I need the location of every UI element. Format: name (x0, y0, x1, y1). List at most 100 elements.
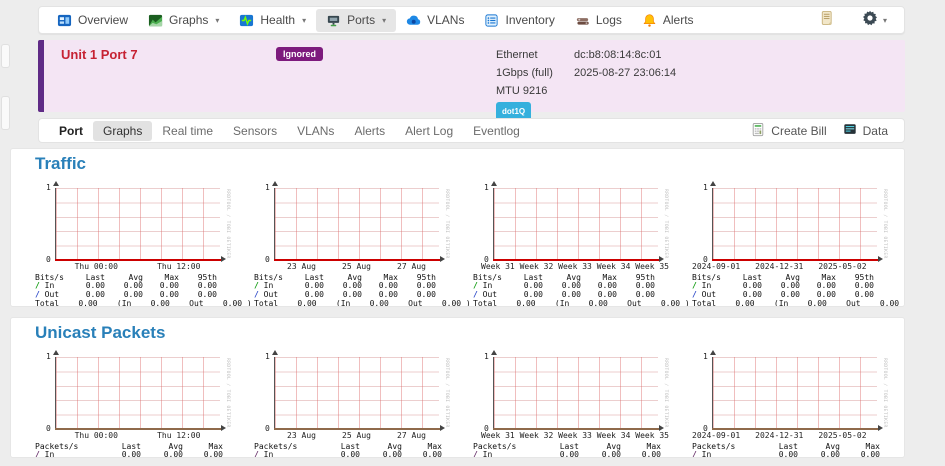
graph-legend: Packets/sLastAvgMax/ In0.000.000.00/ Out… (35, 443, 247, 458)
nav-item-inventory[interactable]: Inventory (474, 9, 564, 32)
series-color-swatch: / (692, 290, 697, 299)
nav-item-ports[interactable]: Ports▾ (316, 9, 396, 32)
y-tick-max: 1 (703, 184, 708, 192)
series-color-swatch: / (35, 290, 40, 299)
rrdtool-watermark: RRDTOOL / TOBI OETIKER (444, 189, 449, 261)
zero-value-line (493, 428, 659, 430)
graph-legend: Bits/sLastAvgMax95th/ In0.000.000.000.00… (692, 274, 904, 307)
series-color-swatch: / (35, 450, 40, 458)
tab-sensors[interactable]: Sensors (223, 121, 287, 141)
nav-item-vlans[interactable]: VLANs (396, 9, 474, 32)
tab-vlans[interactable]: VLANs (287, 121, 344, 141)
traffic-section: Traffic 10RRDTOOL / TOBI OETIKERThu 00:0… (10, 148, 905, 307)
x-axis-label: 27 Aug (397, 262, 426, 271)
rrd-plot: 10RRDTOOL / TOBI OETIKER (712, 188, 877, 260)
y-tick-min: 0 (46, 256, 51, 264)
nav-item-label: Inventory (505, 13, 554, 27)
traffic-graph[interactable]: 10RRDTOOL / TOBI OETIKER23 Aug25 Aug27 A… (254, 176, 466, 307)
chevron-down-icon: ▾ (215, 16, 219, 25)
rrd-plot: 10RRDTOOL / TOBI OETIKER (493, 188, 658, 260)
legend-value: 0.00 (141, 451, 183, 458)
legend-value: 0.00 (360, 451, 402, 458)
legend-value: 0.00 (581, 291, 617, 299)
rrdtool-watermark: RRDTOOL / TOBI OETIKER (663, 189, 668, 261)
x-axis-label: 23 Aug (287, 262, 316, 271)
graph-legend: Packets/sLastAvgMax/ In0.000.000.00/ Out… (692, 443, 904, 458)
tab-port[interactable]: Port (49, 121, 93, 141)
create-bill-icon (751, 122, 765, 140)
x-axis-label: Thu 12:00 (157, 431, 200, 440)
legend-value: 0.00 (840, 451, 880, 458)
left-edge-panel-top (1, 44, 10, 68)
nav-item-overview[interactable]: Overview (47, 9, 138, 32)
x-axis-labels: Thu 00:00Thu 12:00 (55, 431, 220, 440)
legend-table: Packets/sLastAvgMax/ In0.000.000.00/ Out… (254, 443, 442, 458)
nav-item-logs[interactable]: Logs (565, 9, 632, 32)
graph-legend: Packets/sLastAvgMax/ In0.000.000.00/ Out… (254, 443, 466, 458)
section-title-unicast: Unicast Packets (35, 323, 904, 343)
series-color-swatch: / (254, 450, 259, 458)
x-axis-label: Week 35 (635, 262, 669, 271)
legend-table: Packets/sLastAvgMax/ In0.000.000.00/ Out… (35, 443, 223, 458)
legend-value: 0.00 (621, 451, 661, 458)
port-title: Unit 1 Port 7 (61, 47, 138, 62)
traffic-graph[interactable]: 10RRDTOOL / TOBI OETIKER2024-09-012024-1… (692, 176, 904, 307)
data-button[interactable]: Data (843, 122, 888, 139)
x-axis-label: 23 Aug (287, 431, 316, 440)
legend-series-name: / In (473, 451, 521, 458)
inventory-icon (484, 13, 499, 28)
plot-grid (493, 357, 658, 429)
legend-value: 0.00 (183, 451, 223, 458)
tab-alerts[interactable]: Alerts (344, 121, 395, 141)
nav-item-label: Overview (78, 13, 128, 27)
y-tick-max: 1 (46, 184, 51, 192)
nav-item-label: Logs (596, 13, 622, 27)
legend-value: 0.00 (69, 291, 105, 299)
traffic-graph[interactable]: 10RRDTOOL / TOBI OETIKERWeek 31Week 32We… (473, 176, 685, 307)
tab-graphs[interactable]: Graphs (93, 121, 152, 141)
traffic-graph[interactable]: 10RRDTOOL / TOBI OETIKERThu 00:00Thu 12:… (35, 176, 247, 307)
y-tick-min: 0 (484, 425, 489, 433)
port-last-polled: 2025-08-27 23:06:14 (574, 64, 676, 82)
y-tick-max: 1 (265, 184, 270, 192)
y-tick-min: 0 (265, 256, 270, 264)
series-color-swatch: / (473, 450, 478, 458)
nav-item-health[interactable]: Health▾ (229, 9, 316, 32)
graph-legend: Packets/sLastAvgMax/ In0.000.000.00/ Out… (473, 443, 685, 458)
rrd-plot: 10RRDTOOL / TOBI OETIKER (55, 357, 220, 429)
tab-real-time[interactable]: Real time (152, 121, 223, 141)
unicast-packets-graph[interactable]: 10RRDTOOL / TOBI OETIKERWeek 31Week 32We… (473, 345, 685, 458)
nav-item-label: Ports (347, 13, 375, 27)
create-bill-button[interactable]: Create Bill (751, 122, 826, 140)
legend-total-line: Total 0.00 (In 0.00 Out 0.00 ) (473, 300, 685, 307)
graph-legend: Bits/sLastAvgMax95th/ In0.000.000.000.00… (254, 274, 466, 307)
legend-value: 0.00 (362, 291, 398, 299)
tab-alert-log[interactable]: Alert Log (395, 121, 463, 141)
unicast-packets-graph[interactable]: 10RRDTOOL / TOBI OETIKER2024-09-012024-1… (692, 345, 904, 458)
y-tick-min: 0 (484, 256, 489, 264)
gear-icon (862, 10, 878, 31)
x-axis-label: Week 34 (597, 431, 631, 440)
x-axis-label: 2024-12-31 (755, 431, 803, 440)
x-axis-label: 2024-09-01 (692, 262, 740, 271)
series-color-swatch: / (692, 450, 697, 458)
gear-button[interactable]: ▾ (853, 7, 896, 34)
unicast-packets-graph[interactable]: 10RRDTOOL / TOBI OETIKER23 Aug25 Aug27 A… (254, 345, 466, 458)
series-color-swatch: / (473, 290, 478, 299)
notes-button[interactable] (810, 7, 843, 34)
tab-actions: Create Bill Data (751, 122, 894, 140)
legend-total-line: Total 0.00 (In 0.00 Out 0.00 ) (254, 300, 466, 307)
rrdtool-watermark: RRDTOOL / TOBI OETIKER (225, 358, 230, 430)
nav-item-alerts[interactable]: Alerts (632, 9, 704, 32)
legend-series-name: / Out (692, 291, 726, 299)
legend-table: Bits/sLastAvgMax95th/ In0.000.000.000.00… (35, 274, 217, 299)
unicast-packets-graph[interactable]: 10RRDTOOL / TOBI OETIKER Thu 00:00Thu 12:… (35, 345, 247, 458)
tab-eventlog[interactable]: Eventlog (463, 121, 530, 141)
plot-grid (55, 188, 220, 260)
rrdtool-watermark: RRDTOOL / TOBI OETIKER (882, 358, 887, 430)
legend-value: 0.00 (83, 451, 141, 458)
plot-grid (274, 357, 439, 429)
unicast-packets-section: Unicast Packets 10RRDTOOL / TOBI OETIKER… (10, 317, 905, 458)
graphs-icon (148, 13, 163, 28)
nav-item-graphs[interactable]: Graphs▾ (138, 9, 229, 32)
